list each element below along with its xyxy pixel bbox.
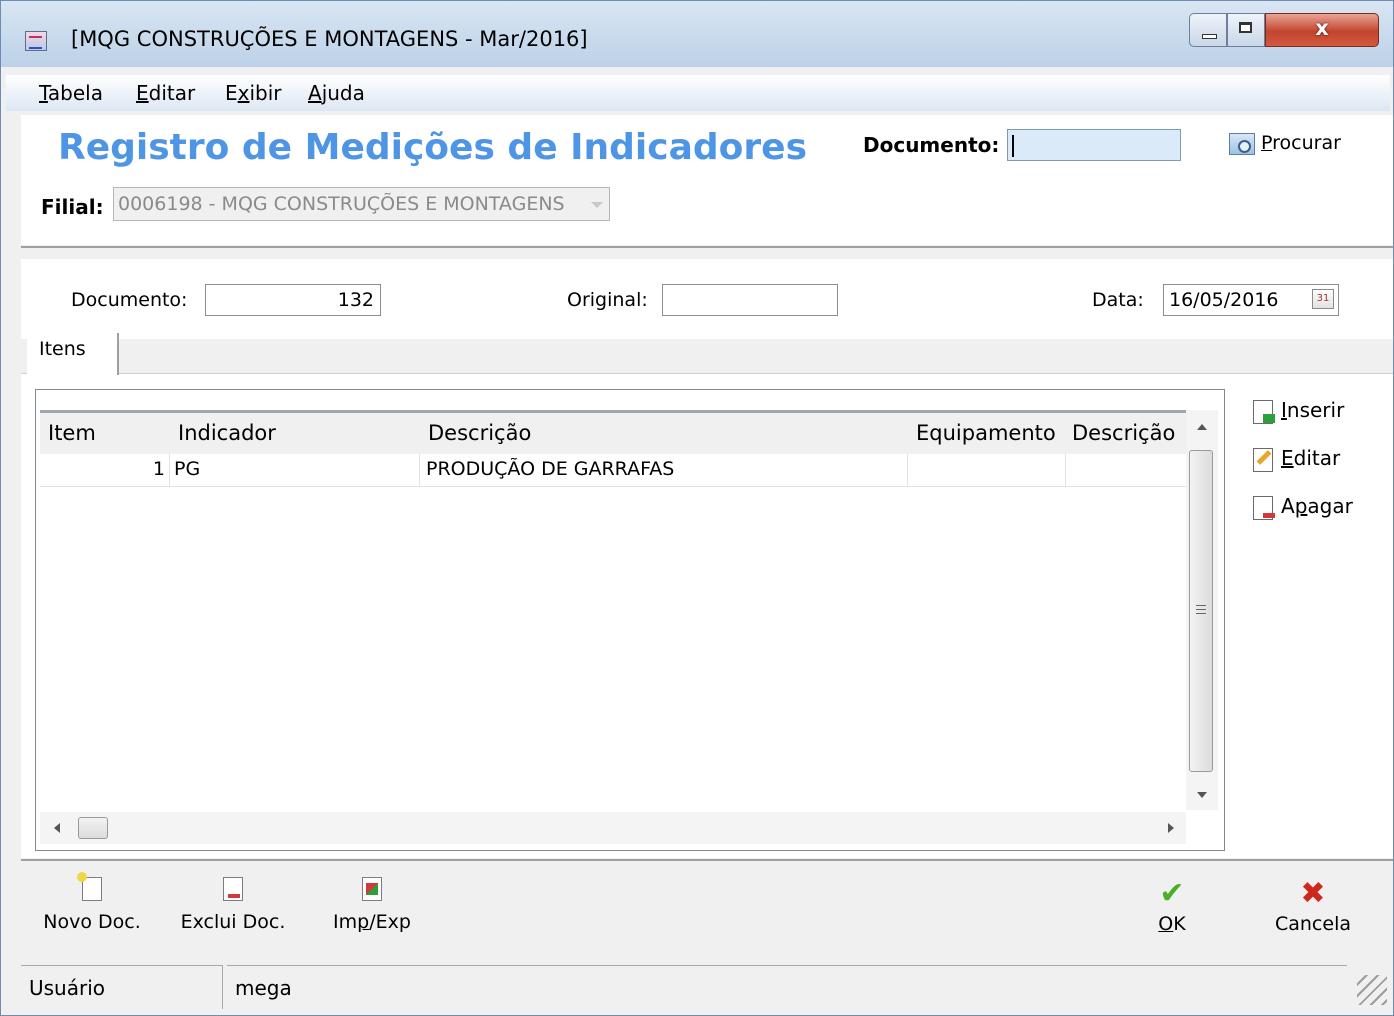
procurar-button[interactable]: Procurar [1229,132,1341,155]
original-field[interactable] [662,284,838,316]
search-icon [1229,132,1255,155]
grip-line [1196,613,1206,614]
original-label: Original: [567,289,648,311]
menu-editar[interactable]: Editar [136,81,195,105]
cell-item: 1 [40,454,170,486]
menu-exibir[interactable]: Exibir [225,81,282,105]
vertical-scroll-thumb[interactable] [1189,450,1213,772]
calendar-icon[interactable]: 31 [1312,289,1334,309]
chevron-down-icon [591,202,603,208]
text-caret [1012,135,1014,157]
scroll-down-icon[interactable] [1197,792,1207,798]
delete-document-icon [1253,495,1275,520]
close-icon: x [1315,16,1329,40]
status-bar: Usuário mega [21,965,1393,1011]
filial-label: Filial: [41,195,104,219]
column-header-indicador[interactable]: Indicador [178,421,276,445]
table-row[interactable]: 1 PG PRODUÇÃO DE GARRAFAS [40,454,1186,487]
exclui-doc-button[interactable]: Exclui Doc. [177,877,289,933]
check-icon: ✔ [1159,876,1185,911]
scroll-left-icon[interactable] [54,823,60,833]
status-user-value: mega [227,965,1347,1009]
column-header-equipamento[interactable]: Equipamento [916,421,1056,445]
column-header-descricao[interactable]: Descrição [428,421,531,445]
horizontal-scrollbar[interactable] [40,812,1186,844]
header-documento-label: Documento: [863,133,1000,157]
editar-button[interactable]: Editar [1253,446,1340,472]
maximize-button[interactable] [1227,13,1265,47]
cancela-button[interactable]: ✖ Cancela [1265,876,1361,936]
ok-button[interactable]: ✔ OK [1139,876,1205,936]
insert-document-icon [1253,399,1275,424]
data-label: Data: [1092,289,1144,311]
window-title: [MQG CONSTRUÇÕES E MONTAGENS - Mar/2016] [71,27,588,51]
data-field[interactable]: 16/05/2016 31 [1163,284,1339,316]
items-grid[interactable]: Item Indicador Descrição Equipamento Des… [35,389,1225,851]
delete-document-icon [223,877,243,901]
title-bar[interactable]: [MQG CONSTRUÇÕES E MONTAGENS - Mar/2016]… [1,1,1393,67]
apagar-button[interactable]: Apagar [1253,494,1353,520]
cell-descricao-2 [1066,454,1186,486]
resize-grip-icon[interactable] [1357,975,1387,1005]
tab-itens[interactable]: Itens [27,333,119,375]
scroll-right-icon[interactable] [1168,823,1174,833]
application-window: [MQG CONSTRUÇÕES E MONTAGENS - Mar/2016]… [0,0,1394,1016]
menu-tabela[interactable]: Tabela [39,81,103,105]
documento-field[interactable]: 132 [205,284,381,316]
page-title: Registro de Medições de Indicadores [58,127,808,168]
cell-descricao: PRODUÇÃO DE GARRAFAS [420,454,908,486]
vertical-scrollbar[interactable] [1186,410,1218,810]
document-form: Documento: 132 Original: Data: 16/05/201… [21,259,1393,339]
new-document-icon [77,872,102,901]
cancel-x-icon: ✖ [1300,876,1326,911]
filial-select[interactable]: 0006198 - MQG CONSTRUÇÕES E MONTAGENS [113,187,610,221]
grip-line [1196,605,1206,606]
app-icon[interactable] [25,31,47,51]
column-header-descricao-2[interactable]: Descrição [1072,421,1175,445]
grid-header: Item Indicador Descrição Equipamento Des… [40,410,1186,454]
menu-bar: Tabela Editar Exibir Ajuda [6,75,1390,111]
header-documento-input[interactable] [1007,129,1181,161]
imp-exp-button[interactable]: Imp/Exp [327,877,417,933]
scroll-up-icon[interactable] [1197,424,1207,430]
bottom-toolbar: Novo Doc. Exclui Doc. Imp/Exp ✔ OK ✖ Can… [21,859,1393,965]
edit-document-icon [1253,447,1273,472]
minimize-button[interactable] [1189,13,1227,47]
status-user-label: Usuário [21,965,223,1009]
minimize-icon [1202,34,1217,39]
close-button[interactable]: x [1265,13,1379,47]
novo-doc-button[interactable]: Novo Doc. [41,872,143,933]
column-header-item[interactable]: Item [48,421,96,445]
cell-indicador: PG [170,454,420,486]
documento-label: Documento: [71,289,188,311]
header-panel: Registro de Medições de Indicadores Docu… [21,115,1393,245]
import-export-icon [362,877,382,901]
menu-ajuda[interactable]: Ajuda [308,81,365,105]
maximize-icon [1239,22,1252,33]
cell-equipamento [908,454,1066,486]
inserir-button[interactable]: Inserir [1253,398,1344,424]
header-divider [21,246,1393,248]
horizontal-scroll-thumb[interactable] [78,817,108,839]
grip-line [1196,609,1206,610]
